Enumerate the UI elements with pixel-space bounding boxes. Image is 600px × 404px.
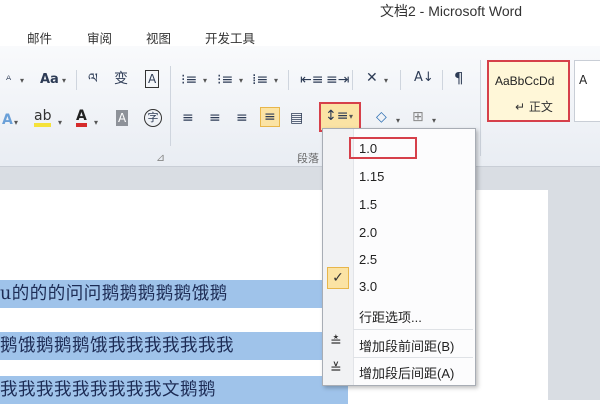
menu-item-1-15[interactable]: 1.15 (359, 169, 384, 184)
font-color-icon[interactable]: A (76, 109, 87, 127)
menu-divider (353, 329, 473, 330)
divider (352, 70, 353, 90)
align-center-icon[interactable]: ≡ (209, 110, 221, 126)
decrease-indent-icon[interactable]: ⇤≡ (300, 72, 323, 88)
menu-item-add-space-before[interactable]: 增加段前间距(B) (359, 336, 454, 355)
chevron-down-icon[interactable]: ▾ (94, 118, 98, 127)
divider (288, 70, 289, 90)
style-preview-partial: A (579, 73, 588, 87)
menu-item-3-0[interactable]: 3.0 (359, 279, 377, 294)
ribbon-tabs: 邮件 审阅 视图 开发工具 (0, 24, 600, 46)
style-next[interactable]: A (574, 60, 600, 122)
phonetic-guide-icon[interactable]: ལ (88, 71, 98, 87)
chinese-layout-icon[interactable]: ✕ (366, 70, 378, 86)
line-spacing-icon: ↕≡ (325, 108, 349, 124)
paragraph-group-label: 段落 (297, 152, 319, 165)
tab-developer[interactable]: 开发工具 (205, 28, 255, 47)
divider (480, 60, 481, 156)
chevron-down-icon[interactable]: ▾ (58, 118, 62, 127)
title-bar: 文档2 - Microsoft Word (0, 0, 600, 22)
change-case-icon[interactable]: Aa (40, 72, 59, 88)
style-name: ↵ 正文 (515, 100, 553, 114)
numbering-icon[interactable]: ⁝≡ (217, 72, 233, 88)
line-spacing-menu: 1.0 1.15 1.5 2.0 2.5 ✓ 3.0 行距选项... ≛ 增加段… (322, 128, 476, 386)
enclose-char-icon[interactable]: 字 (144, 109, 162, 127)
space-before-icon: ≛ (330, 334, 342, 350)
align-left-icon[interactable]: ≡ (182, 110, 194, 126)
divider (442, 70, 443, 90)
char-shading-icon[interactable]: A (116, 110, 129, 126)
char-border-icon[interactable]: A (145, 70, 160, 88)
chevron-down-icon[interactable]: ▾ (274, 76, 278, 85)
text-effect-icon[interactable]: A (2, 112, 13, 128)
menu-divider (353, 357, 473, 358)
menu-item-2-0[interactable]: 2.0 (359, 225, 377, 240)
chevron-down-icon[interactable]: ▾ (20, 76, 24, 85)
show-marks-icon[interactable]: ¶ (454, 70, 464, 86)
divider (170, 66, 171, 146)
menu-item-1-0[interactable]: 1.0 (359, 141, 377, 156)
chevron-down-icon[interactable]: ▾ (14, 118, 18, 127)
menu-item-add-space-after[interactable]: 增加段后间距(A) (359, 363, 454, 382)
chevron-down-icon[interactable]: ▾ (62, 76, 66, 85)
borders-icon[interactable]: ⊞ (412, 109, 424, 125)
chevron-down-icon[interactable]: ▾ (432, 116, 436, 125)
increase-indent-icon[interactable]: ≡⇥ (326, 72, 349, 88)
distributed-icon[interactable]: ▤ (290, 110, 303, 126)
bullets-icon[interactable]: ⁝≡ (181, 72, 197, 88)
tab-mailings[interactable]: 邮件 (27, 28, 52, 47)
clear-format-icon[interactable]: 变 (114, 71, 128, 87)
style-name-text: 正文 (528, 100, 553, 114)
chevron-down-icon[interactable]: ▾ (239, 76, 243, 85)
text-line[interactable]: u的的的问问鹅鹅鹅鹅鹅饿鹅 (0, 280, 348, 308)
divider (400, 70, 401, 90)
space-after-icon: ≚ (330, 361, 342, 377)
menu-item-1-5[interactable]: 1.5 (359, 197, 377, 212)
chevron-down-icon[interactable]: ▾ (384, 76, 388, 85)
chevron-down-icon[interactable]: ▾ (203, 76, 207, 85)
chevron-down-icon: ▾ (349, 112, 354, 121)
divider (76, 70, 77, 90)
checkmark-icon: ✓ (327, 267, 349, 289)
style-preview: AaBbCcDd (495, 74, 555, 88)
highlight-icon[interactable]: ab (34, 109, 52, 127)
style-normal[interactable]: AaBbCcDd ↵ 正文 (487, 60, 570, 122)
tab-review[interactable]: 审阅 (87, 28, 112, 47)
window-title: 文档2 - Microsoft Word (380, 3, 523, 19)
text-line[interactable]: 鹅饿鹅鹅鹅饿我我我我我我我 (0, 332, 348, 360)
dialog-launcher-icon[interactable]: ⊿ (156, 150, 165, 166)
font-size-icon[interactable]: ᴬ (6, 72, 11, 88)
align-right-icon[interactable]: ≡ (236, 110, 248, 126)
justify-icon[interactable]: ≡ (260, 107, 280, 127)
chevron-down-icon[interactable]: ▾ (396, 116, 400, 125)
menu-item-line-spacing-options[interactable]: 行距选项... (359, 307, 422, 326)
multilevel-list-icon[interactable]: ⁞≡ (252, 72, 268, 88)
shading-icon[interactable]: ◇ (376, 109, 387, 125)
sort-icon[interactable]: A↓ (414, 70, 434, 86)
tab-view[interactable]: 视图 (146, 28, 171, 47)
menu-item-2-5[interactable]: 2.5 (359, 252, 377, 267)
